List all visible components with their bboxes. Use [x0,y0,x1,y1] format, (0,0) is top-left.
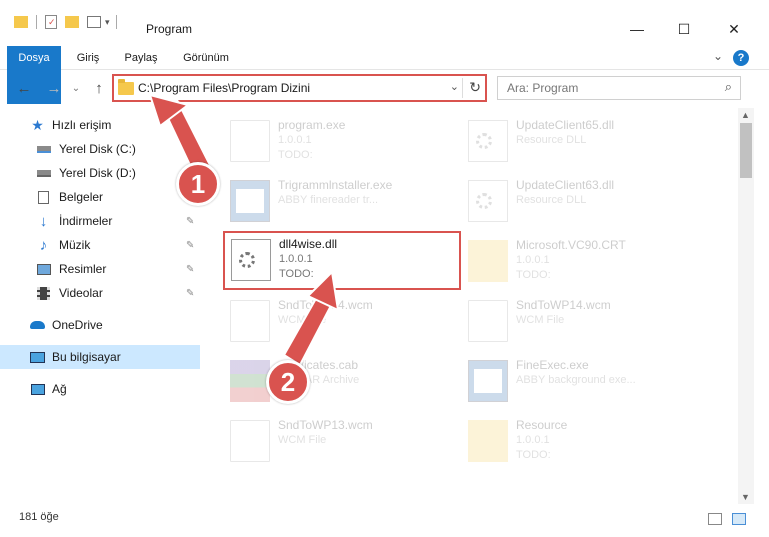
annotation-arrows [148,93,340,367]
step-badge-2: 2 [266,360,310,404]
step-badge-1: 1 [176,162,220,206]
